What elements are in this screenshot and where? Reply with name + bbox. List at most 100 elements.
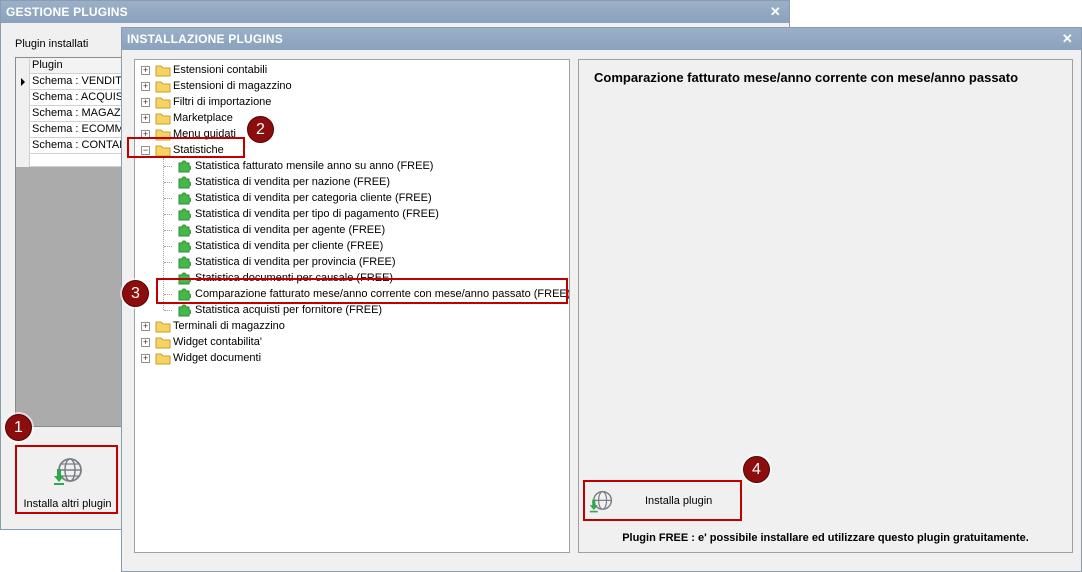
plugin-tree[interactable]: + Estensioni contabili + Estensioni di m…	[134, 59, 570, 553]
tree-folder-label: Estensioni contabili	[173, 64, 268, 76]
tree-folder-menu-guidati[interactable]: + Menu guidati	[141, 126, 441, 142]
callout-2: 2	[247, 116, 274, 143]
grid-header-plugin[interactable]: Plugin	[32, 58, 63, 73]
tree-connector	[163, 158, 164, 310]
tree-leaf-plugin[interactable]: Statistica di vendita per agente (FREE)	[164, 222, 567, 238]
table-row-new[interactable]	[16, 154, 122, 167]
tree-leaf-plugin[interactable]: Statistica di vendita per categoria clie…	[164, 190, 567, 206]
tree-leaf-plugin-selected[interactable]: Comparazione fatturato mese/anno corrent…	[164, 286, 570, 302]
collapse-minus-icon[interactable]: −	[141, 146, 150, 155]
tree-connector	[164, 198, 172, 199]
tree-folder-label: Widget contabilita'	[173, 336, 262, 348]
tree-connector	[164, 310, 172, 311]
row-indicator	[16, 122, 30, 138]
expand-plus-icon[interactable]: +	[141, 66, 150, 75]
tree-connector	[164, 214, 172, 215]
row-indicator	[16, 154, 30, 167]
tree-connector	[164, 230, 172, 231]
tree-leaf-plugin[interactable]: Statistica di vendita per tipo di pagame…	[164, 206, 567, 222]
install-other-plugins-label: Installa altri plugin	[23, 498, 112, 510]
tree-leaf-label: Statistica acquisti per fornitore (FREE)	[195, 304, 383, 316]
expand-plus-icon[interactable]: +	[141, 98, 150, 107]
row-indicator	[16, 106, 30, 122]
tree-leaf-plugin[interactable]: Statistica fatturato mensile anno su ann…	[164, 158, 567, 174]
tree-leaf-plugin[interactable]: Statistica acquisti per fornitore (FREE)	[164, 302, 567, 318]
folder-icon	[155, 351, 171, 370]
installed-plugins-label: Plugin installati	[15, 38, 89, 50]
row-indicator	[16, 138, 30, 154]
table-row[interactable]: Schema : ACQUISTI	[16, 90, 122, 106]
grid-cell[interactable]: Schema : CONTABILITA	[32, 138, 122, 153]
installed-plugins-grid[interactable]: Plugin Schema : VENDITE Schema : ACQUIST…	[15, 57, 123, 427]
tree-connector	[164, 166, 172, 167]
callout-1: 1	[5, 414, 32, 441]
install-other-plugins-button[interactable]: Installa altri plugin	[16, 446, 119, 515]
tree-connector	[164, 262, 172, 263]
install-plugin-button[interactable]: Installa plugin	[585, 482, 742, 522]
tree-connector	[164, 294, 172, 295]
tree-folder-marketplace[interactable]: + Marketplace	[141, 110, 441, 126]
tree-folder-label: Statistiche	[173, 144, 224, 156]
tree-folder-widget-contabilita[interactable]: + Widget contabilita'	[141, 334, 441, 350]
tree-leaf-label: Statistica di vendita per categoria clie…	[195, 192, 432, 204]
tree-folder-label: Marketplace	[173, 112, 233, 124]
tree-folder-terminali-magazzino[interactable]: + Terminali di magazzino	[141, 318, 441, 334]
tree-folder-widget-documenti[interactable]: + Widget documenti	[141, 350, 441, 366]
close-icon[interactable]: ✕	[770, 1, 781, 23]
tree-connector	[164, 182, 172, 183]
table-row[interactable]: Schema : ECOMMERCE	[16, 122, 122, 138]
tree-folder-label: Estensioni di magazzino	[173, 80, 292, 92]
grid-header[interactable]: Plugin	[16, 58, 122, 74]
grid-cell[interactable]: Schema : MAGAZZINO	[32, 106, 122, 121]
free-plugin-note: Plugin FREE : e' possibile installare ed…	[622, 532, 1029, 544]
expand-plus-icon[interactable]: +	[141, 114, 150, 123]
install-plugin-label: Installa plugin	[645, 495, 713, 507]
plugin-detail-panel: Comparazione fatturato mese/anno corrent…	[578, 59, 1073, 553]
tree-leaf-plugin[interactable]: Statistica di vendita per nazione (FREE)	[164, 174, 567, 190]
row-indicator	[16, 90, 30, 106]
expand-plus-icon[interactable]: +	[141, 322, 150, 331]
tree-folder-estensioni-magazzino[interactable]: + Estensioni di magazzino	[141, 78, 441, 94]
globe-download-icon	[53, 457, 83, 490]
tree-leaf-label: Comparazione fatturato mese/anno corrent…	[195, 288, 570, 300]
window-title: INSTALLAZIONE PLUGINS	[127, 32, 283, 46]
expand-plus-icon[interactable]: +	[141, 82, 150, 91]
row-indicator	[16, 58, 30, 74]
table-row[interactable]: Schema : CONTABILITA	[16, 138, 122, 154]
tree-leaf-plugin[interactable]: Statistica documenti per causale (FREE)	[164, 270, 567, 286]
plugin-installation-window: INSTALLAZIONE PLUGINS ✕ + Estensioni con…	[121, 27, 1082, 572]
tree-leaf-label: Statistica di vendita per nazione (FREE)	[195, 176, 391, 188]
expand-plus-icon[interactable]: +	[141, 130, 150, 139]
grid-cell[interactable]: Schema : VENDITE	[32, 74, 122, 89]
tree-connector	[164, 278, 172, 279]
table-row[interactable]: Schema : MAGAZZINO	[16, 106, 122, 122]
tree-leaf-plugin[interactable]: Statistica di vendita per provincia (FRE…	[164, 254, 567, 270]
grid-cell[interactable]: Schema : ACQUISTI	[32, 90, 122, 105]
tree-folder-label: Filtri di importazione	[173, 96, 272, 108]
callout-3: 3	[122, 280, 149, 307]
tree-folder-statistiche[interactable]: − Statistiche	[141, 142, 441, 158]
plugin-installation-titlebar: INSTALLAZIONE PLUGINS ✕	[122, 28, 1081, 50]
expand-plus-icon[interactable]: +	[141, 354, 150, 363]
tree-leaf-label: Statistica fatturato mensile anno su ann…	[195, 160, 434, 172]
callout-4: 4	[743, 456, 770, 483]
tree-leaf-label: Statistica documenti per causale (FREE)	[195, 272, 394, 284]
tree-leaf-plugin[interactable]: Statistica di vendita per cliente (FREE)	[164, 238, 567, 254]
tree-leaf-label: Statistica di vendita per cliente (FREE)	[195, 240, 384, 252]
plugin-detail-title: Comparazione fatturato mese/anno corrent…	[594, 70, 1019, 85]
tree-leaf-label: Statistica di vendita per tipo di pagame…	[195, 208, 439, 220]
tree-leaf-label: Statistica di vendita per provincia (FRE…	[195, 256, 396, 268]
window-title: GESTIONE PLUGINS	[6, 5, 128, 19]
tree-folder-label: Widget documenti	[173, 352, 262, 364]
tree-folder-label: Terminali di magazzino	[173, 320, 285, 332]
close-icon[interactable]: ✕	[1062, 28, 1073, 50]
tree-leaf-label: Statistica di vendita per agente (FREE)	[195, 224, 386, 236]
grid-cell[interactable]: Schema : ECOMMERCE	[32, 122, 122, 137]
expand-plus-icon[interactable]: +	[141, 338, 150, 347]
tree-folder-estensioni-contabili[interactable]: + Estensioni contabili	[141, 62, 441, 78]
current-row-arrow-icon	[16, 74, 30, 90]
plugin-management-titlebar: GESTIONE PLUGINS ✕	[1, 1, 789, 23]
table-row[interactable]: Schema : VENDITE	[16, 74, 122, 90]
tree-folder-filtri-importazione[interactable]: + Filtri di importazione	[141, 94, 441, 110]
tree-connector	[164, 246, 172, 247]
